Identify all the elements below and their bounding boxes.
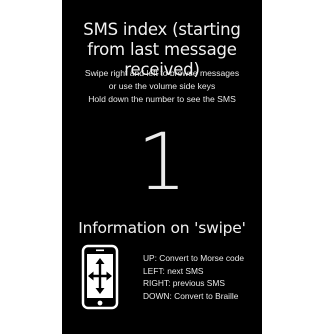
swipe-action-down: DOWN: Convert to Braille (143, 290, 239, 301)
swipe-info-heading: Information on 'swipe' (78, 219, 246, 237)
swipe-action-left: LEFT: next SMS (143, 265, 204, 276)
app-screen: SMS index (starting from last message re… (62, 0, 262, 334)
instruction-line: Swipe right and left to browse messages (84, 68, 240, 78)
sms-index-number[interactable]: 1 (62, 118, 262, 208)
phone-with-move-arrows-icon (81, 244, 119, 310)
instructions: Swipe right and left to browse messages … (62, 67, 262, 106)
instruction-line: or use the volume side keys (108, 81, 216, 91)
instruction-line: Hold down the number to see the SMS (88, 94, 236, 104)
swipe-action-right: RIGHT: previous SMS (143, 278, 225, 288)
swipe-action-up: UP: Convert to Morse code (143, 253, 245, 263)
swipe-actions-list: UP: Convert to Morse code LEFT: next SMS… (143, 252, 244, 302)
